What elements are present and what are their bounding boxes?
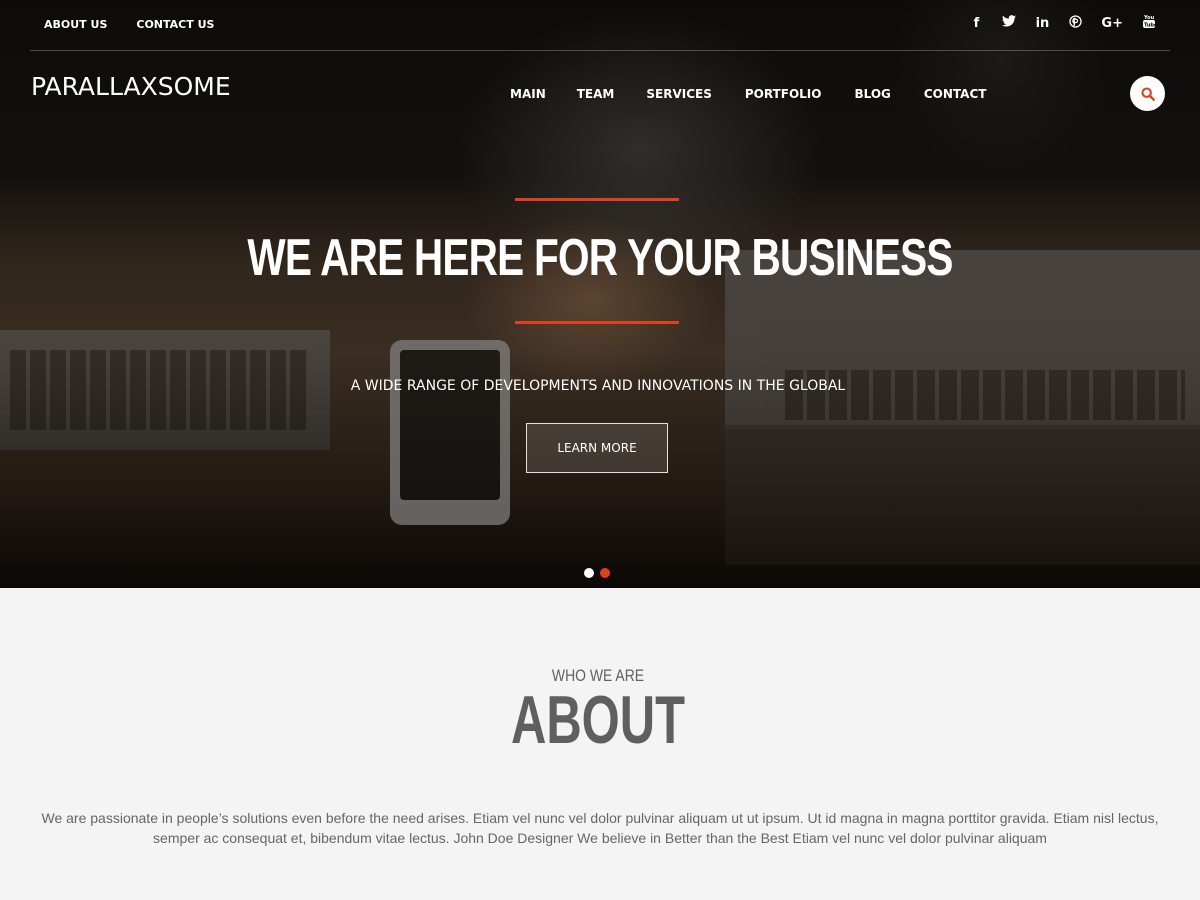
hero-accent-line-top: [515, 198, 679, 201]
linkedin-icon[interactable]: in: [1035, 16, 1050, 31]
pinterest-icon[interactable]: [1068, 14, 1082, 32]
facebook-icon[interactable]: f: [969, 16, 983, 31]
learn-more-button[interactable]: LEARN MORE: [526, 423, 668, 473]
about-body: We are passionate in people’s solutions …: [41, 810, 1159, 846]
slider-dot-2-active[interactable]: [600, 568, 610, 578]
nav-item-blog[interactable]: BLOG: [854, 87, 890, 101]
hero-subtitle: A WIDE RANGE OF DEVELOPMENTS AND INNOVAT…: [350, 378, 846, 394]
top-link-contact-us[interactable]: CONTACT US: [136, 18, 214, 31]
nav-item-portfolio[interactable]: PORTFOLIO: [745, 87, 822, 101]
slider-dot-1[interactable]: [584, 568, 594, 578]
search-icon: [1140, 86, 1155, 101]
nav-item-team[interactable]: TEAM: [577, 87, 615, 101]
top-links: ABOUT US CONTACT US: [44, 18, 214, 31]
twitter-icon[interactable]: [1002, 15, 1017, 31]
hero-title: WE ARE HERE FOR YOUR BUSINESS: [247, 229, 953, 287]
nav-item-contact[interactable]: CONTACT: [924, 87, 987, 101]
search-button[interactable]: [1130, 76, 1165, 111]
youtube-icon[interactable]: YouTube: [1142, 14, 1158, 32]
svg-text:Tube: Tube: [1144, 23, 1155, 29]
nav-item-main[interactable]: MAIN: [510, 87, 546, 101]
about-heading: ABOUT: [510, 682, 686, 758]
slider-pagination: [584, 568, 610, 578]
google-plus-icon[interactable]: G+: [1101, 16, 1123, 31]
hero-slider: ABOUT US CONTACT US f in G+ YouTube PARA…: [0, 0, 1200, 588]
top-bar: ABOUT US CONTACT US f in G+ YouTube: [30, 0, 1170, 51]
nav-item-services[interactable]: SERVICES: [646, 87, 711, 101]
about-section: WHO WE ARE ABOUT We are passionate in pe…: [0, 588, 1200, 900]
top-link-about-us[interactable]: ABOUT US: [44, 18, 107, 31]
main-nav: MAIN TEAM SERVICES PORTFOLIO BLOG CONTAC…: [510, 87, 986, 101]
hero-accent-line-bottom: [515, 321, 679, 324]
social-links: f in G+ YouTube: [969, 14, 1158, 32]
site-logo[interactable]: PARALLAXSOME: [31, 72, 231, 101]
